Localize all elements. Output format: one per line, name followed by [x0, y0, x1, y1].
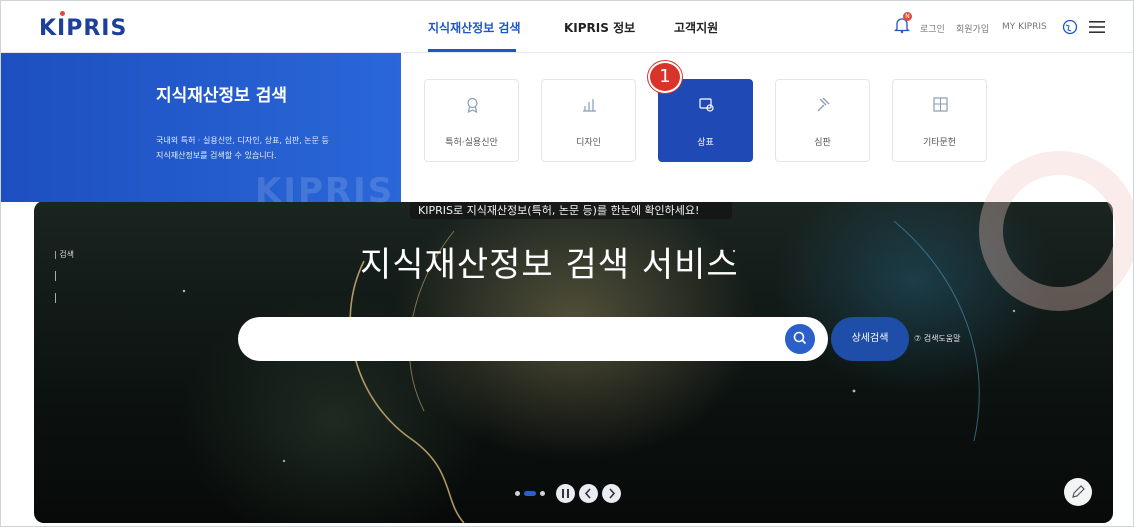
nav-kipris-info[interactable]: KIPRIS 정보: [564, 19, 635, 36]
search-icon: [793, 331, 807, 345]
trademark-icon: [699, 98, 714, 112]
slide-dot[interactable]: [540, 491, 545, 496]
menu-card-label: 심판: [814, 138, 831, 148]
hero-banner: KIPRIS로 지식재산정보(특허, 논문 등)를 한눈에 확인하세요! 지식재…: [34, 201, 1113, 523]
kipris-logo[interactable]: KIPRIS: [39, 16, 127, 41]
menu-card-label: 기타문헌: [922, 138, 957, 148]
dropdown-intro-panel: 지식재산정보 검색 국내외 특허 · 실용신안, 디자인, 상표, 심판, 논문…: [1, 53, 401, 211]
design-icon: [583, 99, 596, 112]
pencil-icon: [1072, 485, 1085, 498]
dropdown-description: 지식재산정보를 검색할 수 있습니다.: [156, 151, 277, 160]
nav-active-indicator: [428, 49, 516, 52]
search-button[interactable]: [783, 322, 817, 356]
menu-card-trial[interactable]: 심판: [775, 79, 870, 162]
chevron-right-icon: [609, 488, 616, 499]
pause-button[interactable]: [556, 484, 575, 503]
login-link[interactable]: 로그인: [920, 22, 945, 35]
decorative-ring: [979, 151, 1133, 311]
dropdown-watermark: KIPRIS: [255, 171, 395, 211]
nav-customer-support[interactable]: 고객지원: [674, 19, 718, 36]
pause-icon: [562, 489, 569, 498]
award-icon: [467, 97, 478, 113]
side-nav-label[interactable]: | 검색: [54, 249, 74, 260]
banner-title: 지식재산정보 검색 서비스: [360, 245, 739, 285]
document-icon: [933, 97, 948, 112]
banner-tagline: KIPRIS로 지식재산정보(특허, 논문 등)를 한눈에 확인하세요!: [418, 204, 700, 217]
slide-dot[interactable]: [515, 491, 520, 496]
browser-viewport: KIPRIS로 지식재산정보(특허, 논문 등)를 한눈에 확인하세요! 지식재…: [0, 0, 1134, 527]
dropdown-description: 국내외 특허 · 실용신안, 디자인, 상표, 심판, 논문 등: [156, 136, 329, 145]
dropdown-title: 지식재산정보 검색: [156, 86, 288, 106]
slide-dot-active[interactable]: [524, 491, 536, 496]
menu-card-label: 디자인: [576, 138, 601, 148]
hamburger-menu-icon[interactable]: [1089, 20, 1105, 34]
my-kipris-link[interactable]: MY KIPRIS: [1002, 22, 1047, 32]
next-slide-button[interactable]: [602, 484, 621, 503]
menu-card-patent[interactable]: 특허·실용신안: [424, 79, 519, 162]
advanced-search-button[interactable]: 상세검색: [831, 317, 909, 361]
prev-slide-button[interactable]: [579, 484, 598, 503]
notification-badge: N: [903, 12, 912, 21]
menu-card-design[interactable]: 디자인: [541, 79, 636, 162]
signup-link[interactable]: 회원가입: [956, 22, 989, 35]
edit-floating-button[interactable]: [1064, 478, 1092, 506]
search-help-link[interactable]: ⑦ 검색도움말: [914, 333, 961, 344]
menu-card-label: 특허·실용신안: [445, 138, 498, 148]
side-nav-bar[interactable]: [55, 271, 56, 281]
search-input[interactable]: [238, 317, 828, 361]
side-nav-bar[interactable]: [55, 293, 56, 303]
logo-dot: [60, 11, 65, 16]
menu-card-other-docs[interactable]: 기타문헌: [892, 79, 987, 162]
gavel-icon: [817, 97, 830, 112]
menu-card-label: 상표: [697, 138, 714, 148]
nav-ip-search[interactable]: 지식재산정보 검색: [428, 19, 521, 36]
chevron-left-icon: [584, 488, 591, 499]
globe-icon[interactable]: [1062, 19, 1078, 35]
site-header: KIPRIS 지식재산정보 검색 KIPRIS 정보 고객지원 N 로그인 회원…: [1, 1, 1133, 53]
annotation-marker: 1: [648, 61, 682, 93]
